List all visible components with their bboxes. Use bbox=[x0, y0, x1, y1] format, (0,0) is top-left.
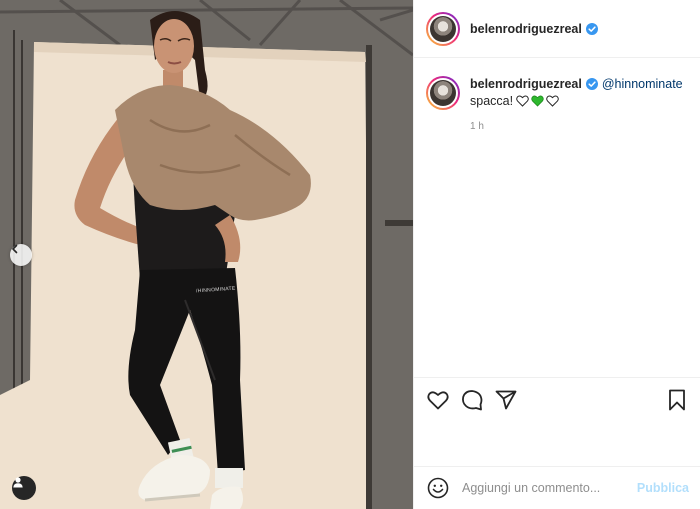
mention-link[interactable]: @hinnominate bbox=[602, 76, 683, 92]
user-tag-icon bbox=[13, 477, 23, 488]
author-avatar[interactable] bbox=[426, 11, 460, 46]
comment-timestamp[interactable]: 1 h bbox=[470, 119, 683, 135]
bookmark-icon bbox=[669, 389, 685, 410]
avatar-ring-inner bbox=[428, 13, 458, 44]
author-username[interactable]: belenrodriguezreal bbox=[470, 22, 582, 36]
white-heart-icon bbox=[546, 95, 559, 107]
chevron-left-icon bbox=[12, 244, 18, 254]
post-header: belenrodriguezreal bbox=[414, 0, 700, 58]
post-photo[interactable]: /HINNOMINATE bbox=[0, 0, 413, 509]
publish-button[interactable]: Pubblica bbox=[637, 481, 689, 495]
white-heart-icon bbox=[516, 95, 529, 107]
caption-text-line: spacca! bbox=[470, 93, 683, 109]
carousel-prev-button[interactable] bbox=[10, 244, 32, 266]
comment-input[interactable] bbox=[462, 481, 631, 495]
verified-badge-icon bbox=[585, 22, 598, 35]
comment-avatar[interactable] bbox=[426, 76, 460, 110]
post-actions-bar bbox=[414, 377, 700, 421]
tagged-users-button[interactable] bbox=[12, 476, 36, 500]
heart-outline-icon bbox=[427, 391, 449, 409]
avatar-image bbox=[430, 15, 456, 42]
comment-body: belenrodriguezreal @hinnominate spacca! bbox=[470, 76, 683, 135]
add-comment-bar: Pubblica bbox=[414, 466, 700, 509]
verified-badge-icon bbox=[585, 78, 598, 90]
caption-text: spacca! bbox=[470, 94, 514, 108]
comment-username[interactable]: belenrodriguezreal bbox=[470, 76, 582, 92]
share-button[interactable] bbox=[494, 388, 518, 412]
like-button[interactable] bbox=[426, 388, 450, 412]
comment-first-line: belenrodriguezreal @hinnominate bbox=[470, 76, 683, 92]
green-heart-icon bbox=[531, 95, 544, 107]
comment-button[interactable] bbox=[460, 388, 484, 412]
caption-emoji-hearts bbox=[516, 95, 559, 107]
avatar-ring-inner bbox=[428, 78, 458, 108]
emoji-smile-icon bbox=[427, 477, 449, 499]
emoji-button[interactable] bbox=[426, 476, 450, 500]
post-side-panel: belenrodriguezreal belenrodriguezreal @h… bbox=[413, 0, 700, 509]
photo-scene bbox=[0, 0, 413, 509]
avatar-image bbox=[430, 80, 456, 106]
paper-plane-icon bbox=[495, 390, 517, 409]
comment-bubble-icon bbox=[462, 389, 483, 410]
caption-comment: belenrodriguezreal @hinnominate spacca! bbox=[426, 76, 696, 135]
save-button[interactable] bbox=[665, 388, 689, 412]
